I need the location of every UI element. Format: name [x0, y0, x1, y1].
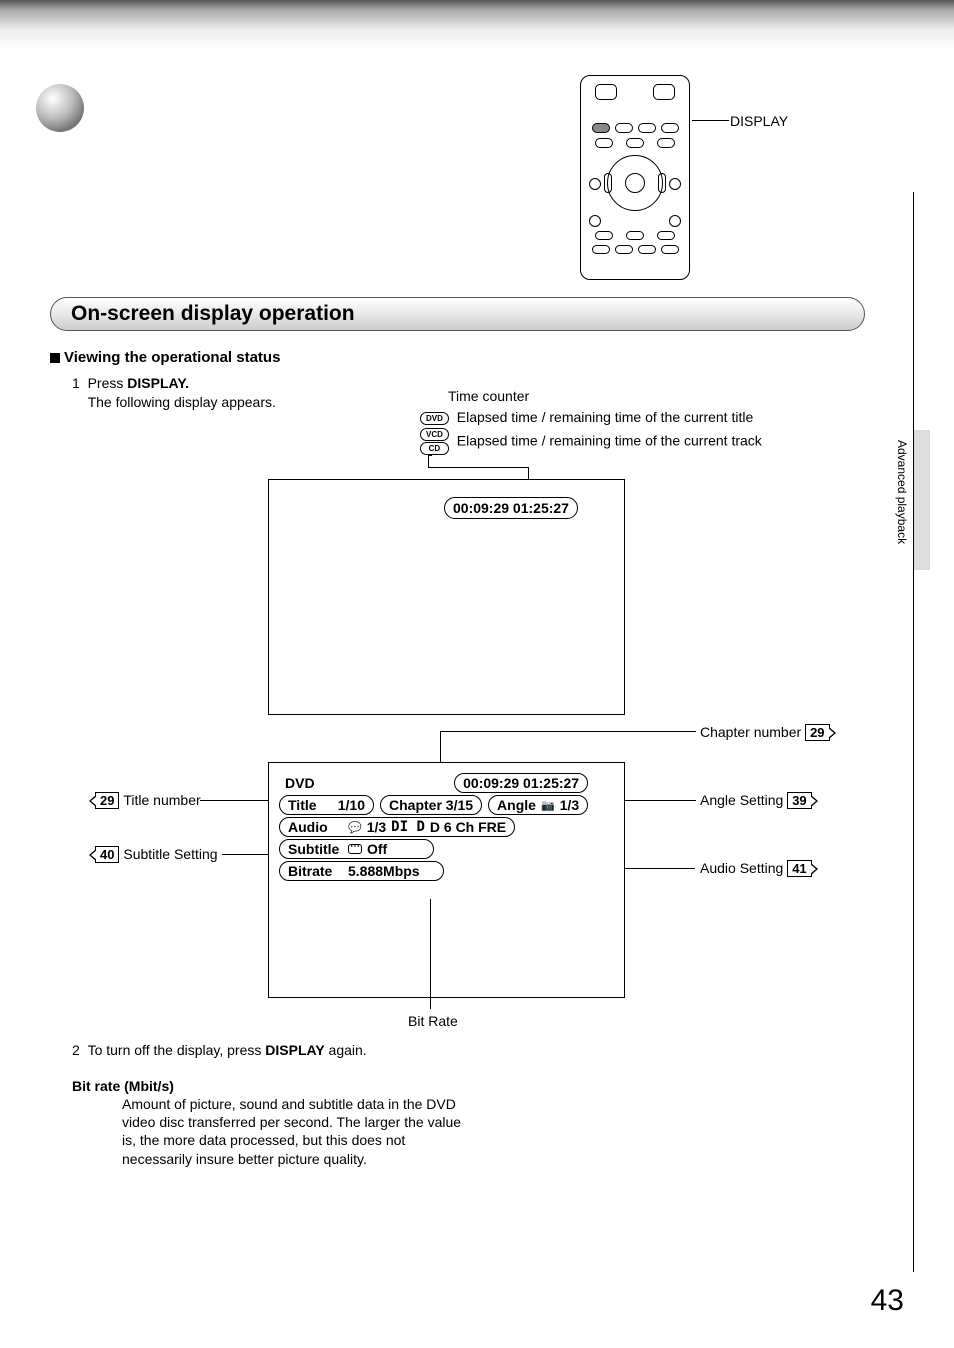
vcd-badge-icon: VCD — [420, 428, 449, 441]
callout-chapter-number: Chapter number 29 — [700, 724, 830, 741]
square-bullet-icon — [50, 353, 60, 363]
remote-illustration — [580, 75, 690, 280]
dvd-badge-icon: DVD — [420, 412, 449, 425]
osd-chapter-pill: Chapter 3/15 — [380, 795, 482, 815]
camera-icon: 📷 — [541, 799, 555, 812]
callout-title-number: 29 Title number — [95, 792, 201, 809]
section-title: On-screen display operation — [71, 302, 355, 326]
callout-audio-setting: Audio Setting 41 — [700, 860, 812, 877]
display-leader-line — [692, 120, 729, 121]
page-ref: 40 — [95, 846, 119, 863]
sphere-decoration — [35, 83, 85, 133]
subheading: Viewing the operational status — [50, 349, 280, 366]
speech-icon: 💬 — [348, 821, 362, 834]
osd-dvd-label: DVD — [279, 775, 315, 791]
osd-time: 00:09:29 01:25:27 — [454, 773, 588, 793]
osd-angle-pill: Angle 📷 1/3 — [488, 795, 588, 815]
osd-title-pill: Title1/10 — [279, 795, 374, 815]
osd-subtitle-pill: Subtitle Off — [279, 839, 434, 859]
page-ref: 29 — [95, 792, 119, 809]
page-number: 43 — [871, 1284, 904, 1318]
page-ref: 39 — [787, 792, 811, 809]
time-counter-legend: Time counter DVD Elapsed time / remainin… — [420, 386, 762, 456]
page: DISPLAY On-screen display operation View… — [0, 0, 954, 1348]
page-ref: 41 — [787, 860, 811, 877]
bitrate-heading: Bit rate (Mbit/s) — [72, 1078, 174, 1094]
display-label: DISPLAY — [730, 113, 788, 129]
osd-audio-pill: Audio 💬 1/3 DI D D 6 Ch FRE — [279, 817, 515, 837]
side-section-label: Advanced playback — [895, 440, 909, 544]
callout-angle-setting: Angle Setting 39 — [700, 792, 812, 809]
osd-screen-simple: 00:09:29 01:25:27 — [268, 479, 625, 715]
bitrate-body: Amount of picture, sound and subtitle da… — [122, 1095, 462, 1168]
time-display: 00:09:29 01:25:27 — [444, 497, 578, 519]
step-1: 1 Press DISPLAY. The following display a… — [72, 374, 276, 412]
callout-subtitle-setting: 40 Subtitle Setting — [95, 846, 218, 863]
step-2: 2 To turn off the display, press DISPLAY… — [72, 1042, 367, 1058]
subtitle-icon — [348, 844, 362, 854]
callout-bitrate: Bit Rate — [408, 1013, 458, 1029]
osd-bitrate-pill: Bitrate 5.888Mbps — [279, 861, 444, 881]
cd-badge-icon: CD — [420, 442, 449, 455]
osd-screen-full: DVD 00:09:29 01:25:27 Title1/10 Chapter … — [268, 762, 625, 998]
page-ref: 29 — [805, 724, 829, 741]
section-title-bar: On-screen display operation — [50, 297, 865, 331]
side-tab — [914, 430, 930, 570]
